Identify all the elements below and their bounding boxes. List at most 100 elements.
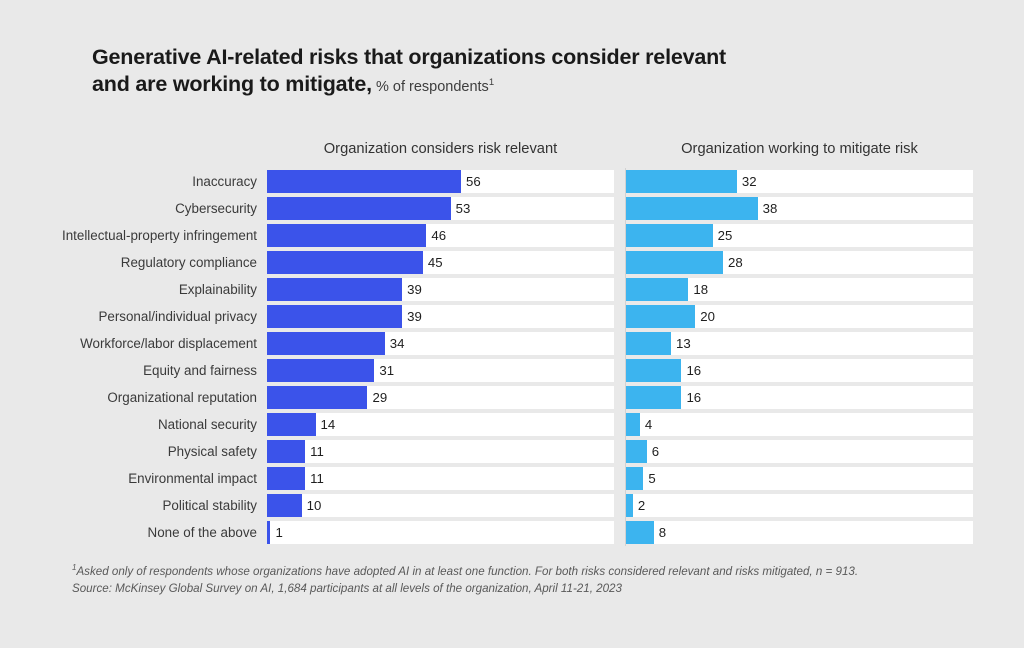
row-label-regulatory-compliance: Regulatory compliance (120, 255, 257, 270)
bar-right (626, 251, 724, 274)
bar-track-left: 11 (267, 440, 614, 463)
chart-row: Organizational reputation 29 16 (0, 384, 1024, 411)
bar-value-left: 31 (379, 363, 395, 378)
footnote-1: 1Asked only of respondents whose organiz… (72, 563, 952, 580)
bar-track-left: 39 (267, 278, 614, 301)
bar-track-left: 46 (267, 224, 614, 247)
bar-right (626, 467, 644, 490)
title-subtitle: % of respondents1 (372, 77, 495, 95)
bar-track-right: 13 (626, 332, 973, 355)
bar-left (267, 170, 462, 193)
chart-page: Generative AI-related risks that organiz… (0, 0, 1024, 648)
row-label-environmental-impact: Environmental impact (128, 471, 257, 486)
bar-right (626, 359, 682, 382)
chart-rows: Inaccuracy 56 32 Cybersecurity 53 38 Intellect… (0, 168, 1024, 546)
bar-track-right: 38 (626, 197, 973, 220)
bar-value-right: 25 (717, 228, 733, 243)
bar-right (626, 197, 758, 220)
column-header-relevant: Organization considers risk relevant (323, 141, 558, 157)
bar-track-right: 32 (626, 170, 973, 193)
bar-track-left: 45 (267, 251, 614, 274)
bar-track-right: 8 (626, 521, 973, 544)
bar-track-right: 16 (626, 386, 973, 409)
chart-row: Workforce/labor displacement 34 13 (0, 330, 1024, 357)
bar-track-left: 53 (267, 197, 614, 220)
bar-right (626, 386, 682, 409)
bar-value-left: 53 (455, 201, 471, 216)
column-header-mitigate: Organization working to mitigate risk (681, 141, 918, 157)
bar-track-left: 10 (267, 494, 614, 517)
row-label-none-of-the-above: None of the above (147, 525, 257, 540)
chart-row: None of the above 1 8 (0, 519, 1024, 546)
chart-row: Regulatory compliance 45 28 (0, 249, 1024, 276)
row-label-physical-safety: Physical safety (167, 444, 257, 459)
chart-row: Intellectual-property infringement 46 25 (0, 222, 1024, 249)
chart-row: Cybersecurity 53 38 (0, 195, 1024, 222)
bar-track-left: 56 (267, 170, 614, 193)
row-label-intellectual-property-infringement: Intellectual-property infringement (61, 228, 257, 243)
bar-right (626, 440, 647, 463)
bar-value-left: 39 (407, 282, 422, 297)
chart-row: Environmental impact 11 5 (0, 465, 1024, 492)
bar-left (267, 305, 403, 328)
bar-value-right: 16 (686, 390, 702, 405)
row-label-equity-and-fairness: Equity and fairness (143, 363, 257, 378)
bar-track-left: 11 (267, 467, 614, 490)
title-subtitle-text: % of respondents (375, 79, 489, 95)
bar-track-right: 20 (626, 305, 973, 328)
bar-track-left: 31 (267, 359, 614, 382)
bar-value-right: 16 (686, 363, 702, 378)
chart-row: Political stability 10 2 (0, 492, 1024, 519)
bar-right (626, 170, 737, 193)
bar-value-left: 14 (320, 417, 336, 432)
bar-track-right: 18 (626, 278, 973, 301)
bar-value-left: 11 (310, 471, 324, 486)
bar-value-left: 29 (372, 390, 388, 405)
title-line-2: and are working to mitigate, % of respon… (92, 71, 932, 101)
bar-track-left: 34 (267, 332, 614, 355)
bar-left (267, 251, 423, 274)
bar-right (626, 305, 696, 328)
bar-right (626, 224, 713, 247)
bar-left (267, 467, 306, 490)
row-label-cybersecurity: Cybersecurity (175, 201, 257, 216)
bar-value-right: 20 (700, 309, 715, 324)
bar-left (267, 494, 302, 517)
bar-value-right: 38 (762, 201, 778, 216)
chart-row: Personal/individual privacy 39 20 (0, 303, 1024, 330)
bar-value-right: 13 (676, 336, 691, 351)
title-footnote-marker: 1 (488, 77, 495, 89)
bar-left (267, 224, 427, 247)
chart-row: National security 14 4 (0, 411, 1024, 438)
chart-row: Inaccuracy 56 32 (0, 168, 1024, 195)
bar-track-right: 16 (626, 359, 973, 382)
row-label-organizational-reputation: Organizational reputation (107, 390, 257, 405)
bar-value-right: 5 (648, 471, 656, 486)
chart-row: Physical safety 11 6 (0, 438, 1024, 465)
row-label-political-stability: Political stability (162, 498, 257, 513)
bar-left (267, 413, 316, 436)
row-label-workforce-labor-displacement: Workforce/labor displacement (80, 336, 257, 351)
title-line-2-text: and are working to mitigate, (92, 72, 372, 96)
bar-track-left: 1 (267, 521, 614, 544)
bar-left (267, 332, 385, 355)
bar-value-left: 1 (275, 525, 283, 540)
bar-left (267, 359, 375, 382)
bar-value-left: 39 (407, 309, 422, 324)
bar-value-left: 46 (431, 228, 447, 243)
bar-value-right: 18 (693, 282, 709, 297)
footnote-source: Source: McKinsey Global Survey on AI, 1,… (72, 582, 622, 595)
bar-value-right: 2 (637, 498, 646, 513)
bar-right (626, 332, 672, 355)
bar-track-left: 39 (267, 305, 614, 328)
bar-value-left: 56 (466, 174, 481, 189)
bar-right (626, 278, 689, 301)
bar-right (626, 413, 640, 436)
bar-value-right: 8 (658, 525, 667, 540)
bar-left (267, 386, 368, 409)
bar-value-left: 34 (389, 336, 405, 351)
bar-track-left: 29 (267, 386, 614, 409)
bar-value-right: 28 (728, 255, 743, 270)
chart-row: Equity and fairness 31 16 (0, 357, 1024, 384)
bar-value-left: 10 (306, 498, 322, 513)
